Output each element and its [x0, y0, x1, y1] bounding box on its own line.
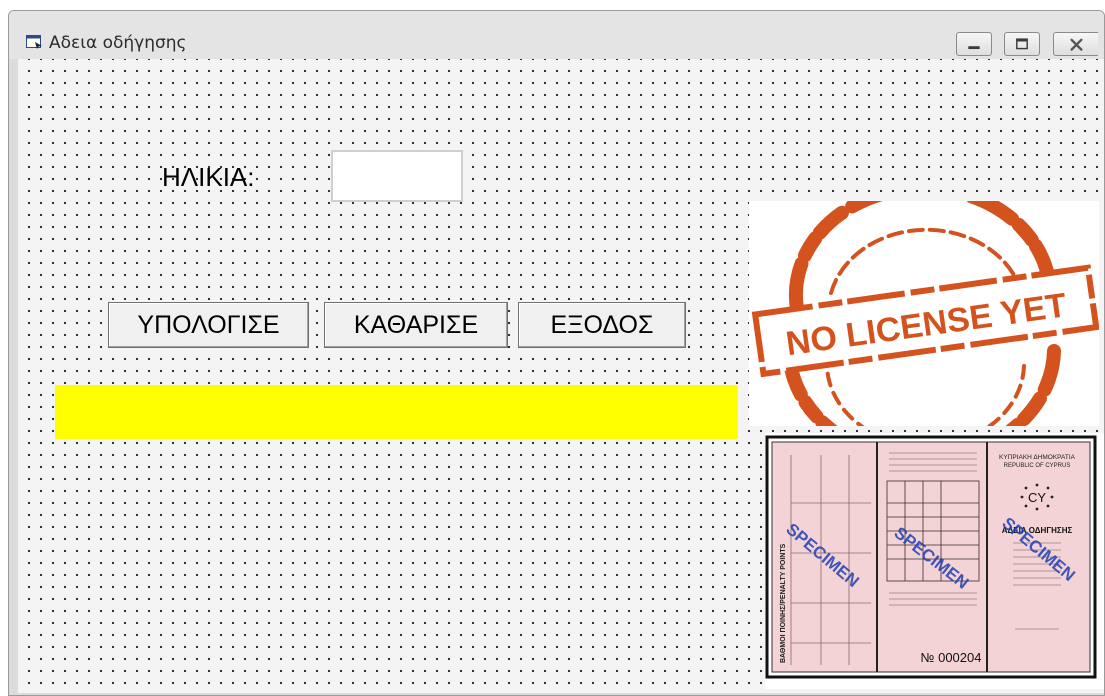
maximize-button[interactable] [1004, 32, 1040, 56]
result-label [55, 385, 738, 439]
maximize-icon [1016, 38, 1028, 50]
no-license-stamp-image: NO LICENSE YET [749, 181, 1100, 467]
minimize-button[interactable] [956, 32, 992, 56]
license-graphic: ΒΑΘΜΟΙ ΠΟΙΝΗΣ/PENALTY POINTS № 000204 ΚΥ… [765, 435, 1097, 679]
exit-button[interactable]: ΕΞΟΔΟΣ [518, 302, 686, 348]
age-input[interactable] [331, 150, 463, 202]
country-code: CY [1028, 490, 1046, 505]
close-icon [1070, 38, 1083, 51]
close-button[interactable] [1053, 32, 1098, 56]
window-title: Αδεια οδήγησης [49, 33, 187, 53]
penalty-points-title: ΒΑΘΜΟΙ ΠΟΙΝΗΣ/PENALTY POINTS [780, 543, 787, 663]
title-bar[interactable]: Αδεια οδήγησης [9, 11, 1104, 59]
minimize-icon [968, 46, 980, 50]
app-window: Αδεια οδήγησης ΗΛΙΚΙΑ: ΥΠΟΛΟΓΙΣΕ ΚΑΘΑΡΙΣ… [8, 10, 1105, 696]
calculate-button[interactable]: ΥΠΟΛΟΓΙΣΕ [108, 302, 309, 348]
form-design-surface: ΗΛΙΚΙΑ: ΥΠΟΛΟΓΙΣΕ ΚΑΘΑΡΙΣΕ ΕΞΟΔΟΣ NO LIC… [18, 59, 1104, 693]
clear-button[interactable]: ΚΑΘΑΡΙΣΕ [324, 302, 508, 348]
form-icon [26, 35, 42, 49]
age-label: ΗΛΙΚΙΑ: [162, 162, 255, 192]
serial-number: № 000204 [921, 650, 982, 665]
driving-license-specimen-image: ΒΑΘΜΟΙ ΠΟΙΝΗΣ/PENALTY POINTS № 000204 ΚΥ… [765, 433, 1104, 689]
country-name: ΚΥΠΡΙΑΚΗ ΔΗΜΟΚΡΑΤΙΑ [999, 454, 1076, 461]
stamp-graphic: NO LICENSE YET [751, 181, 1100, 467]
country-name-en: REPUBLIC OF CYPRUS [1004, 463, 1071, 469]
